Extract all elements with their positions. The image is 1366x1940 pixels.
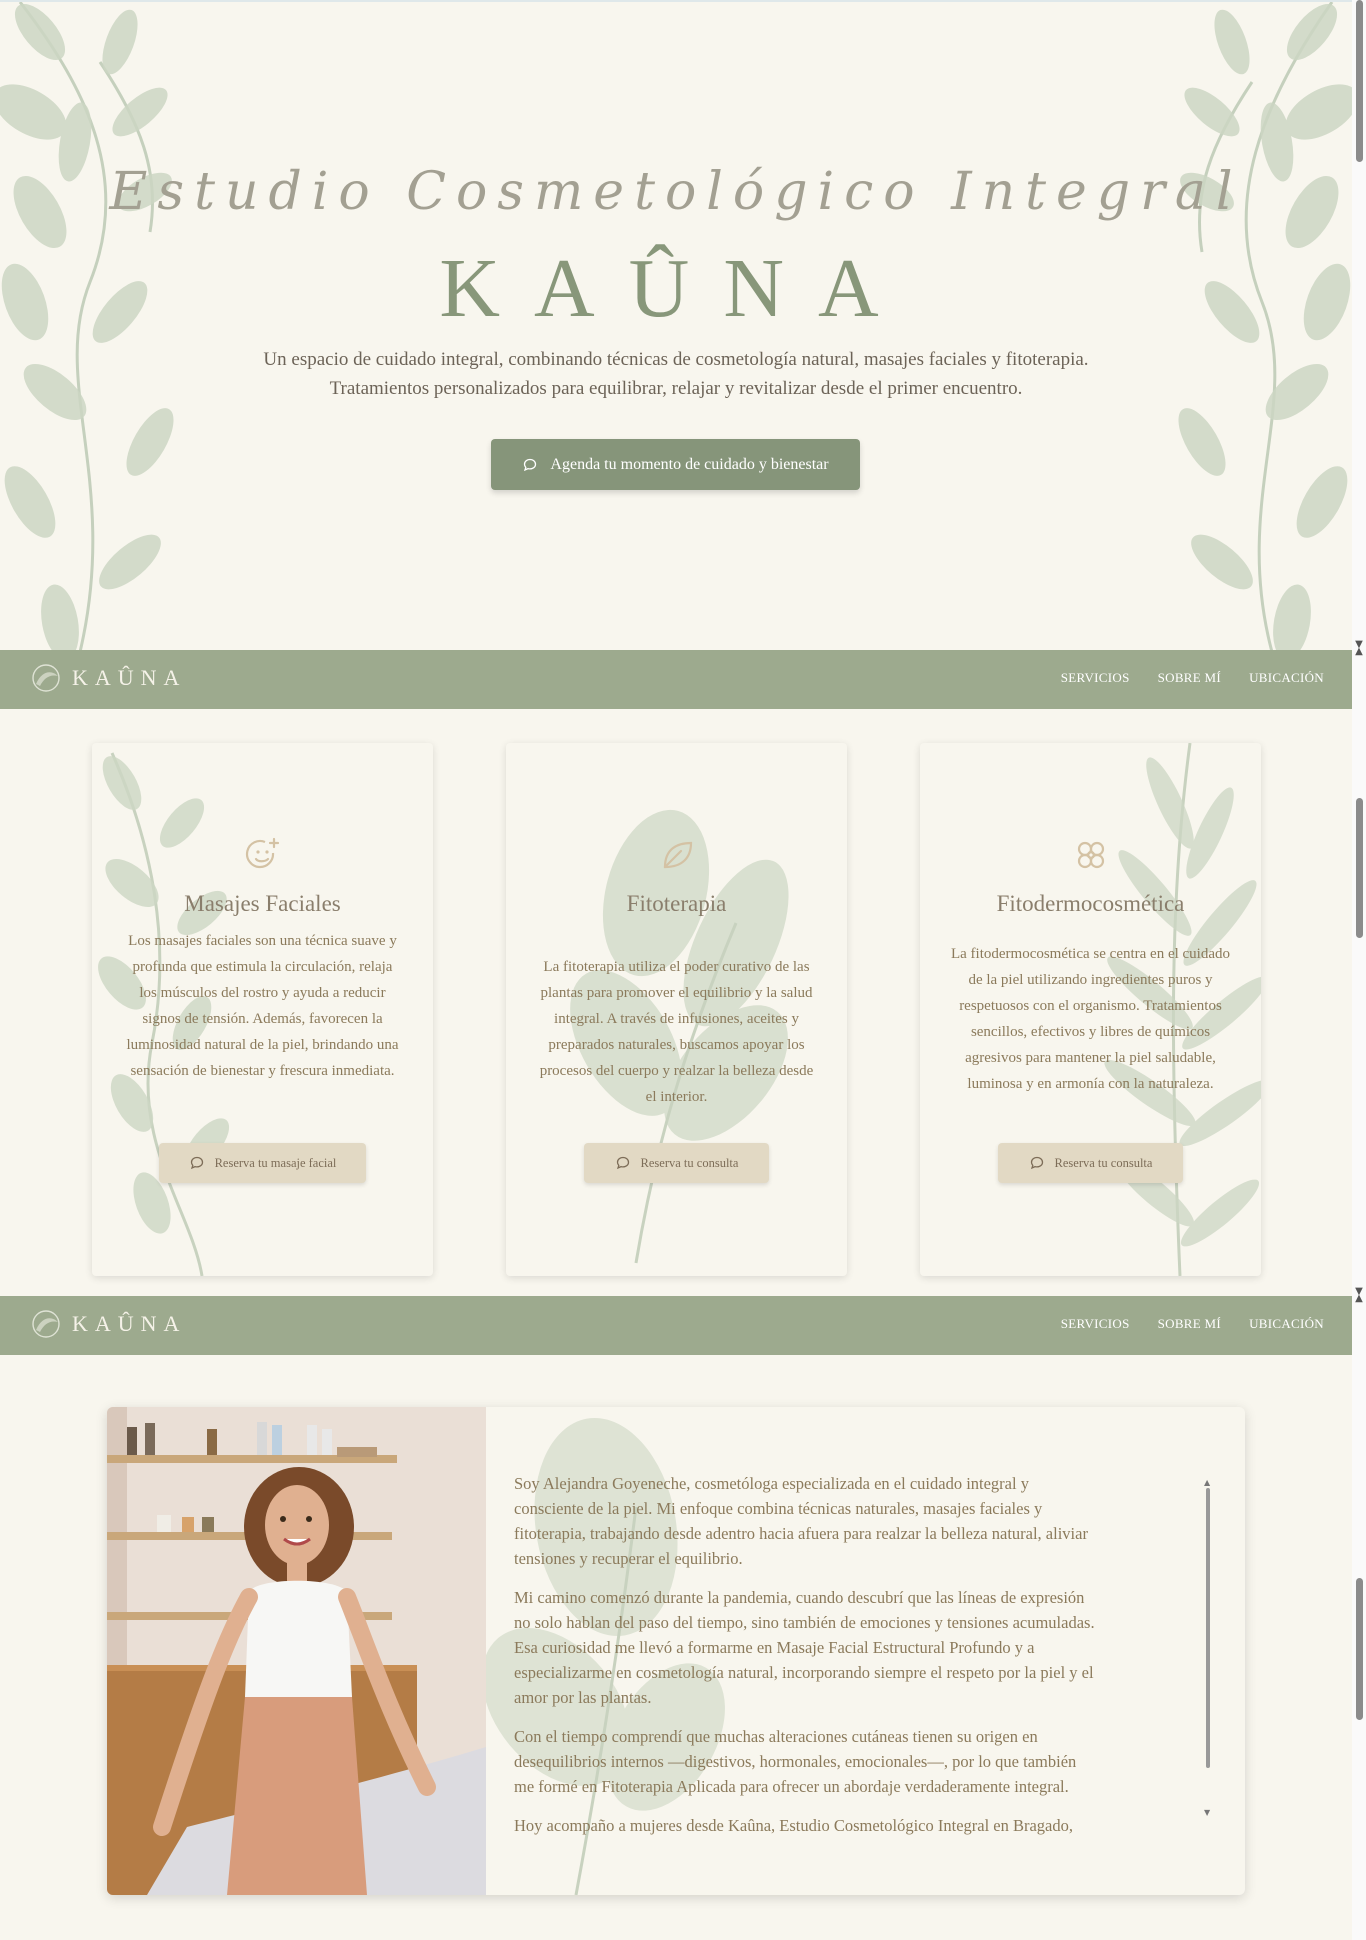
nav-logo-text: KAÛNA <box>72 665 187 690</box>
nav-links: SERVICIOS SOBRE MÍ UBICACIÓN <box>1061 1316 1324 1332</box>
chat-bubble-icon <box>190 1156 203 1170</box>
scroll-down-arrow-icon[interactable]: ▼ <box>1204 1808 1210 1817</box>
profile-photo <box>107 1407 486 1895</box>
page-scrollbar-thumb[interactable] <box>1356 798 1363 938</box>
smile-plus-icon <box>245 837 279 869</box>
chat-bubble-icon <box>524 458 537 471</box>
nav-link-servicios[interactable]: SERVICIOS <box>1061 670 1130 686</box>
book-appointment-label: Agenda tu momento de cuidado y bienestar <box>550 455 829 473</box>
about-scrollbar[interactable]: ▲ ▼ <box>1204 1478 1212 1818</box>
profile-photo-illustration <box>107 1407 486 1895</box>
nav-logo[interactable]: KAÛNA <box>26 1308 186 1340</box>
about-bio-scroll-area[interactable]: Soy Alejandra Goyeneche, cosmetóloga esp… <box>514 1471 1099 1836</box>
about-paragraph-3: Con el tiempo comprendí que muchas alter… <box>514 1727 1077 1796</box>
book-consultation-button[interactable]: Reserva tu consulta <box>998 1143 1183 1183</box>
about-section: Soy Alejandra Goyeneche, cosmetóloga esp… <box>107 1407 1245 1895</box>
service-card-fitoterapia: Fitoterapia La fitoterapia utiliza el po… <box>506 743 847 1276</box>
about-paragraph-2: Mi camino comenzó durante la pandemia, c… <box>514 1588 1095 1707</box>
hero-description: Un espacio de cuidado integral, combinan… <box>0 345 1352 403</box>
book-appointment-button[interactable]: Agenda tu momento de cuidado y bienestar <box>491 439 860 490</box>
hero-section: Estudio Cosmetológico Integral KAÛNA Un … <box>0 0 1352 650</box>
page-scrollbar-thumb[interactable] <box>1356 1578 1363 1720</box>
service-card-masajes-faciales: Masajes Faciales Los masajes faciales so… <box>92 743 433 1276</box>
chat-bubble-icon <box>616 1156 629 1170</box>
about-scrollbar-thumb[interactable] <box>1206 1488 1210 1768</box>
page-scrollbar-thumb[interactable] <box>1356 0 1363 162</box>
book-consultation-label: Reserva tu consulta <box>640 1155 739 1170</box>
about-paragraph-1: Soy Alejandra Goyeneche, cosmetóloga esp… <box>514 1474 1088 1568</box>
about-paragraph-4: Hoy acompaño a mujeres desde Kaûna, Estu… <box>514 1816 1074 1835</box>
navbar: KAÛNA SERVICIOS SOBRE MÍ UBICACIÓN <box>0 650 1352 709</box>
kauna-logo-icon <box>32 664 60 692</box>
hero-description-line-2: Tratamientos personalizados para equilib… <box>329 378 1023 399</box>
service-description: Los masajes faciales son una técnica sua… <box>126 933 399 1079</box>
book-facial-massage-button[interactable]: Reserva tu masaje facial <box>159 1143 366 1183</box>
hero-description-line-1: Un espacio de cuidado integral, combinan… <box>263 349 1089 370</box>
nav-link-sobre-mi[interactable]: SOBRE MÍ <box>1158 1316 1221 1332</box>
nav-link-servicios[interactable]: SERVICIOS <box>1061 1316 1130 1332</box>
scroll-arrows-icon[interactable]: ▼ ▲ <box>1352 640 1366 657</box>
book-facial-massage-label: Reserva tu masaje facial <box>214 1155 337 1170</box>
leaf-icon <box>663 841 692 869</box>
flower-icon <box>1077 841 1104 869</box>
service-description: La fitoterapia utiliza el poder curativo… <box>539 959 814 1105</box>
nav-links: SERVICIOS SOBRE MÍ UBICACIÓN <box>1061 670 1324 686</box>
nav-link-sobre-mi[interactable]: SOBRE MÍ <box>1158 670 1221 686</box>
hero-subtitle: Estudio Cosmetológico Integral <box>109 162 1243 222</box>
nav-logo-text: KAÛNA <box>72 1311 187 1336</box>
chat-bubble-icon <box>1030 1156 1043 1170</box>
service-card-fitodermocosmetica: Fitodermocosmética La fitodermocosmética… <box>920 743 1261 1276</box>
page-scrollbar[interactable]: ▼ ▲ ▼ ▲ <box>1352 0 1366 1940</box>
hero-title: KAÛNA <box>439 242 913 335</box>
service-title: Masajes Faciales <box>184 891 341 916</box>
book-consultation-label: Reserva tu consulta <box>1054 1155 1153 1170</box>
nav-link-ubicacion[interactable]: UBICACIÓN <box>1249 670 1324 686</box>
scroll-arrows-icon[interactable]: ▼ ▲ <box>1352 1287 1366 1304</box>
nav-link-ubicacion[interactable]: UBICACIÓN <box>1249 1316 1324 1332</box>
service-description: La fitodermocosmética se centra en el cu… <box>950 946 1231 1092</box>
service-title: Fitodermocosmética <box>996 891 1185 916</box>
nav-logo[interactable]: KAÛNA <box>26 662 186 694</box>
kauna-logo-icon <box>32 1310 60 1338</box>
book-consultation-button[interactable]: Reserva tu consulta <box>584 1143 769 1183</box>
scroll-up-arrow-icon[interactable]: ▲ <box>1204 1478 1210 1487</box>
service-title: Fitoterapia <box>626 891 727 916</box>
navbar: KAÛNA SERVICIOS SOBRE MÍ UBICACIÓN <box>0 1296 1352 1355</box>
